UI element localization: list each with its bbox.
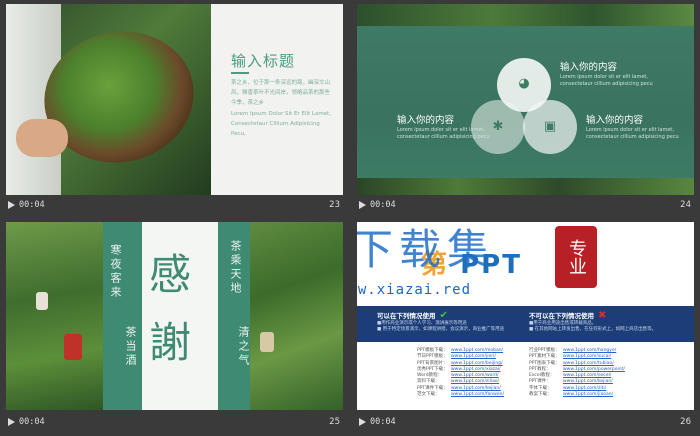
allowed-column: 可以在下列情况使用 ✔ ■用作商业演示或个人学习、演讲展示等用途 ■ 用于特定场景… bbox=[377, 310, 517, 333]
slide-number: 25 bbox=[329, 417, 340, 427]
slide-title: 输入标题 bbox=[231, 52, 296, 70]
play-icon[interactable] bbox=[8, 418, 15, 426]
poem-column-3: 茶乘天地 bbox=[229, 240, 242, 296]
picker-figure bbox=[64, 334, 82, 360]
play-icon[interactable] bbox=[359, 418, 366, 426]
link[interactable]: www.1ppt.com/excel/ bbox=[563, 373, 611, 378]
link[interactable]: www.1ppt.com/jiaoan/ bbox=[563, 392, 613, 397]
timing: 00:04 bbox=[19, 417, 45, 427]
cross-icon: ✖ bbox=[598, 310, 607, 321]
link[interactable]: www.1ppt.com/sucai/ bbox=[563, 354, 611, 359]
forbidden-column: 不可以在下列情况使用 ✖ ■用于商业用途出售或转载商品。 ■ 在其他网站上转发出售… bbox=[529, 310, 679, 333]
slide-thumbnail-23[interactable]: 输入标题 茶之乡，位于那一条深远的路，幽深文山风，雅香茶叶不光间岸，领略品茶的那… bbox=[6, 4, 343, 195]
link[interactable]: www.1ppt.com/beijing/ bbox=[451, 361, 503, 366]
link[interactable]: www.1ppt.com/ziti/ bbox=[563, 386, 606, 391]
slide-footer-24: 00:04 24 bbox=[359, 196, 691, 214]
slide-number: 26 bbox=[680, 417, 691, 427]
link[interactable]: www.1ppt.com/ziliao/ bbox=[451, 379, 499, 384]
link[interactable]: www.1ppt.com/kejian/ bbox=[563, 379, 613, 384]
text-panel: 输入标题 茶之乡，位于那一条深远的路，幽深文山风，雅香茶叶不光间岸，领略品茶的那… bbox=[211, 4, 343, 195]
link[interactable]: www.1ppt.com/jieri/ bbox=[451, 354, 496, 359]
slide-thumbnail-26[interactable]: 第 PPT 下载集 专业 www.xiazai.red 可以在下列情况使用✔ ■… bbox=[357, 222, 694, 410]
usage-bar: 可以在下列情况使用 ✔ ■用作商业演示或个人学习、演讲展示等用途 ■ 用于特定场景… bbox=[357, 306, 694, 342]
hand bbox=[16, 119, 68, 157]
link[interactable]: www.1ppt.com/kejian/ bbox=[451, 386, 501, 391]
link[interactable]: www.1ppt.com/word/ bbox=[451, 373, 499, 378]
check-icon: ✔ bbox=[439, 310, 448, 321]
seal-stamp: 专业 bbox=[555, 226, 597, 288]
camera-icon: ▣ bbox=[543, 119, 557, 134]
tea-field-strip-top bbox=[357, 4, 694, 26]
timing: 00:04 bbox=[370, 417, 396, 427]
thanks-char-2: 謝 bbox=[149, 318, 192, 367]
block-desc-left: Lorem ipsum dolor sit er elit lamet, con… bbox=[397, 127, 490, 140]
slide-body: 茶之乡，位于那一条深远的路，幽深文山风，雅香茶叶不光间岸，领略品茶的那些今季，茶… bbox=[231, 78, 331, 140]
tea-field-strip-bottom bbox=[357, 178, 694, 195]
body-chinese: 茶之乡，位于那一条深远的路，幽深文山风，雅香茶叶不光间岸，领略品茶的那些今季，茶… bbox=[231, 80, 331, 106]
timing: 00:04 bbox=[19, 200, 45, 210]
play-icon[interactable] bbox=[359, 201, 366, 209]
poem-column-2: 茶当酒 bbox=[124, 326, 137, 368]
body-latin: Lorem Ipsum Dolor Sit Er Elit Lamet, Con… bbox=[231, 111, 331, 137]
allowed-line: ■ 用于特定场景演示，如课程讲授，会议演示，商业推广等用途 bbox=[377, 327, 505, 332]
play-icon[interactable] bbox=[8, 201, 15, 209]
link[interactable]: www.1ppt.com/xiazai/ bbox=[451, 367, 501, 372]
allowed-title-text: 可以在下列情况使用 bbox=[377, 312, 436, 320]
link[interactable]: www.1ppt.com/tubiao/ bbox=[563, 361, 614, 366]
picker-figure bbox=[260, 332, 274, 352]
tea-terrace-photo-right bbox=[250, 222, 343, 410]
slide-footer-23: 00:04 23 bbox=[8, 196, 340, 214]
watermark-url: www.xiazai.red bbox=[357, 282, 472, 298]
block-heading-right: 输入你的内容 bbox=[586, 115, 644, 126]
allowed-title: 可以在下列情况使用 ✔ bbox=[377, 310, 517, 321]
picker-figure bbox=[36, 292, 48, 310]
slide-number: 23 bbox=[329, 200, 340, 210]
title-underline bbox=[231, 72, 249, 74]
link[interactable]: www.1ppt.com/fanwen/ bbox=[451, 392, 504, 397]
forbidden-title-text: 不可以在下列情况使用 bbox=[529, 312, 594, 320]
block-heading-top: 输入你的内容 bbox=[560, 62, 618, 73]
block-desc-right: Lorem ipsum dolor sit er elit lamet, con… bbox=[586, 127, 679, 140]
slide-footer-25: 00:04 25 bbox=[8, 413, 340, 431]
thanks-char-1: 感 bbox=[149, 250, 192, 299]
block-desc-top: Lorem ipsum dolor sit er elit lamet, con… bbox=[560, 74, 653, 87]
forbidden-line: ■ 在其他网站上转发出售。在任何形式上，如网上商店出售等。 bbox=[529, 327, 657, 332]
link-key: 范文下载： bbox=[417, 392, 440, 398]
link[interactable]: www.1ppt.com/hangye/ bbox=[563, 348, 616, 353]
link[interactable]: www.1ppt.com/moban/ bbox=[451, 348, 503, 353]
block-heading-left: 输入你的内容 bbox=[397, 115, 455, 126]
link[interactable]: www.1ppt.com/powerpoint/ bbox=[563, 367, 625, 372]
tea-terrace-photo-left bbox=[6, 222, 103, 410]
watermark-text: 下载集 bbox=[357, 225, 496, 274]
poem-column-4: 清之气 bbox=[237, 326, 250, 368]
tea-basket-photo bbox=[6, 4, 211, 195]
slide-thumbnail-24[interactable]: ◕ ✱ ▣ 输入你的内容 Lorem ipsum dolor sit er el… bbox=[357, 4, 694, 195]
chart-icon: ◕ bbox=[518, 76, 530, 91]
link-list-left: PPT模板下载： www.1ppt.com/moban/ 节日PPT模板： www.… bbox=[417, 348, 504, 398]
slide-footer-26: 00:04 26 bbox=[359, 413, 691, 431]
slide-number: 24 bbox=[680, 200, 691, 210]
link-list-right: 行业PPT模板： www.1ppt.com/hangye/ PPT素材下载： www… bbox=[529, 348, 625, 398]
poem-column-1: 寒夜客来 bbox=[109, 244, 122, 300]
slide-thumbnail-25[interactable]: 寒夜客来 茶当酒 感 謝 茶乘天地 清之气 bbox=[6, 222, 343, 410]
link-key: 教案下载： bbox=[529, 392, 552, 398]
forbidden-title: 不可以在下列情况使用 ✖ bbox=[529, 310, 679, 321]
timing: 00:04 bbox=[370, 200, 396, 210]
